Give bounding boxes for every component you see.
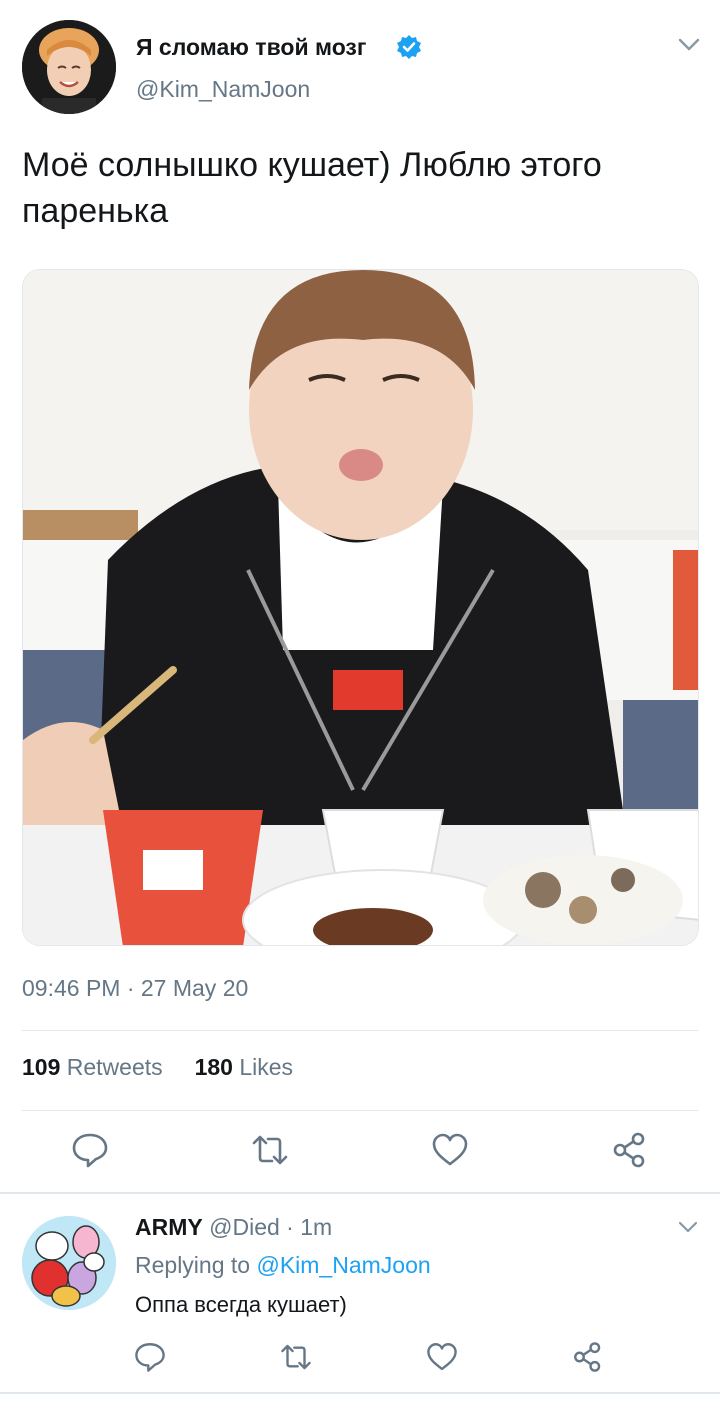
reply-icon[interactable] <box>133 1340 167 1374</box>
replying-to-prefix: Replying to <box>135 1252 257 1278</box>
likes-label: Likes <box>239 1054 294 1080</box>
author-avatar[interactable] <box>22 20 116 114</box>
tweet-timestamp[interactable]: 09:46 PM · 27 May 20 <box>22 975 248 1002</box>
tweet-photo[interactable] <box>22 269 699 946</box>
retweets-stat[interactable]: 109 Retweets <box>22 1054 163 1080</box>
reply-avatar[interactable] <box>22 1216 116 1310</box>
like-icon[interactable] <box>430 1130 470 1170</box>
likes-stat[interactable]: 180 Likes <box>195 1054 293 1080</box>
reply-time: · 1m <box>286 1214 333 1240</box>
tweet-stats: 109 Retweets 180 Likes <box>22 1054 293 1081</box>
tweet-header: Я сломаю твой мозг @Kim_NamJoon <box>22 20 700 116</box>
reply-text: Оппа всегда кушает) <box>135 1292 347 1317</box>
reply-author-handle[interactable]: @Died <box>209 1214 280 1240</box>
divider <box>22 1110 698 1111</box>
divider <box>0 1392 720 1394</box>
tweet-text: Моё солнышко кушает) Люблю этого пареньк… <box>22 146 602 230</box>
verified-badge-icon <box>396 34 422 60</box>
tweet-action-bar <box>0 1130 720 1174</box>
retweet-icon[interactable] <box>250 1130 290 1170</box>
share-icon[interactable] <box>571 1340 605 1374</box>
reply-header: ARMY @Died · 1m <box>135 1214 332 1241</box>
reply-tweet[interactable]: ARMY @Died · 1m Replying to @Kim_NamJoon… <box>0 1194 720 1404</box>
retweets-count: 109 <box>22 1054 61 1080</box>
reply-author-name[interactable]: ARMY <box>135 1214 203 1240</box>
author-display-name[interactable]: Я сломаю твой мозг <box>136 34 366 61</box>
chevron-down-icon[interactable] <box>678 1220 698 1233</box>
retweet-icon[interactable] <box>279 1340 313 1374</box>
replying-to-link[interactable]: @Kim_NamJoon <box>256 1252 430 1278</box>
author-handle[interactable]: @Kim_NamJoon <box>136 76 310 103</box>
likes-count: 180 <box>194 1054 233 1080</box>
reply-icon[interactable] <box>70 1130 110 1170</box>
share-icon[interactable] <box>610 1130 650 1170</box>
replying-to: Replying to @Kim_NamJoon <box>135 1252 431 1279</box>
chevron-down-icon[interactable] <box>678 38 700 52</box>
divider <box>22 1030 698 1031</box>
reply-action-bar <box>0 1340 720 1380</box>
like-icon[interactable] <box>425 1340 459 1374</box>
retweets-label: Retweets <box>66 1054 163 1080</box>
